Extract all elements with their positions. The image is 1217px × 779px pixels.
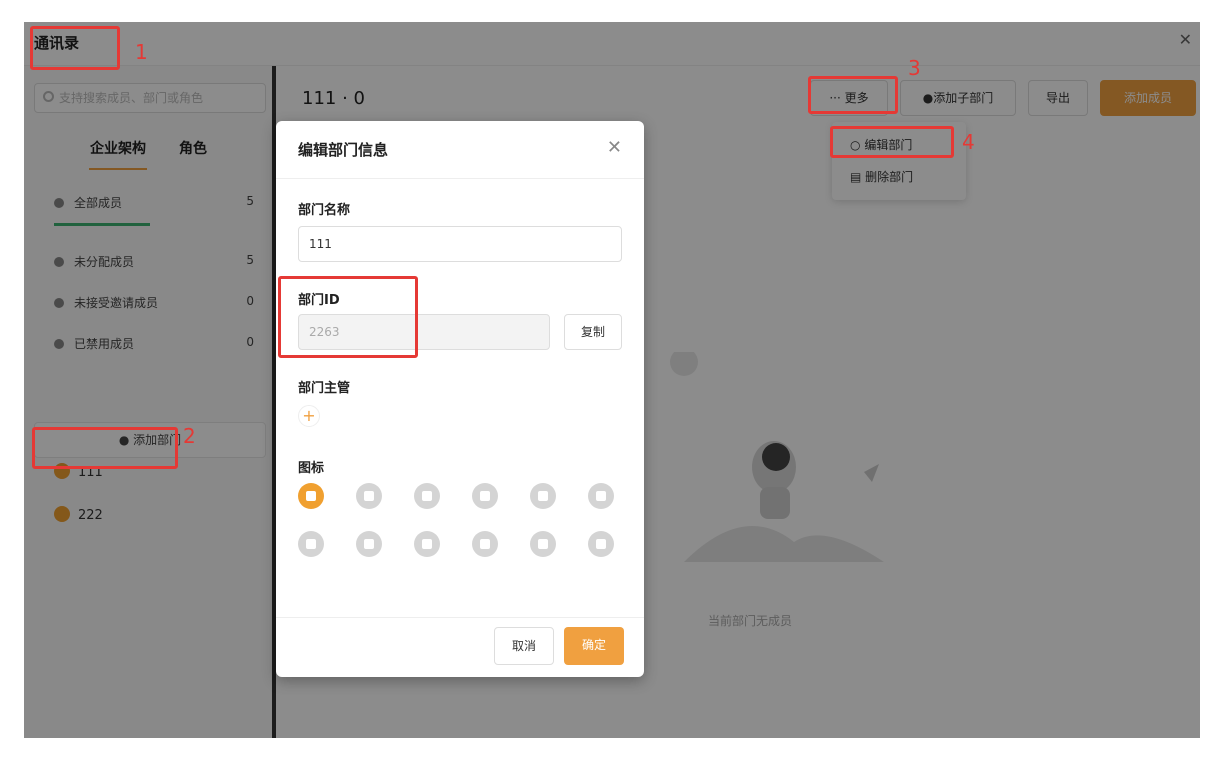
department-item-222[interactable]: 222 [54,506,103,523]
add-department-button[interactable]: ● 添加部门 [34,422,266,458]
person-icon[interactable] [530,483,556,509]
department-manager-label: 部门主管 [298,381,351,396]
add-department-label: 添加部门 [133,433,182,447]
menu-item-edit-department[interactable]: ○ 编辑部门 [850,136,912,153]
app-title: 通讯录 [34,34,80,52]
gear-icon [54,298,64,308]
tab-roles[interactable]: 角色 [179,138,207,158]
add-manager-button[interactable]: + [298,405,320,427]
page-title: 111 · 0 [302,88,365,109]
sidebar-item-label: 未分配成员 [74,255,135,269]
menu-item-delete-department[interactable]: ▤ 删除部门 [850,168,913,185]
more-button[interactable]: ··· 更多 [810,80,888,116]
search-input[interactable]: 支持搜索成员、部门或角色 [34,83,266,113]
gear-icon [54,257,64,267]
user-icon [54,198,64,208]
plus-icon: ● [118,433,130,447]
department-icon [54,463,70,479]
annotation-number-2: 2 [183,424,196,448]
edit-icon[interactable] [472,531,498,557]
close-icon[interactable]: ✕ [1179,30,1192,49]
plus-icon: ● [922,91,934,105]
tab-active-indicator [89,168,147,170]
sidebar-item-pending[interactable]: 未接受邀请成员 0 [54,294,254,311]
search-placeholder: 支持搜索成员、部门或角色 [59,91,204,105]
tab-org[interactable]: 企业架构 [90,138,146,158]
sidebar-item-disabled[interactable]: 已禁用成员 0 [54,335,254,352]
divider [276,617,644,618]
department-id-field: 2263 [298,314,550,350]
copy-button[interactable]: 复制 [564,314,622,350]
gear-icon: ○ [850,138,861,152]
sidebar-item-label: 已禁用成员 [74,337,135,351]
users-icon[interactable] [472,483,498,509]
export-button[interactable]: 导出 [1028,80,1088,116]
briefcase-icon[interactable] [356,483,382,509]
sidebar-item-label: 全部成员 [74,196,123,210]
sidebar-item-count: 5 [246,194,254,208]
sidebar-item-count: 5 [246,253,254,267]
department-icon [54,506,70,522]
add-subdepartment-label: 添加子部门 [933,91,994,105]
calendar-icon[interactable] [298,483,324,509]
sidebar-item-all-members[interactable]: 全部成员 5 [54,194,254,211]
add-member-button[interactable]: 添加成员 [1100,80,1196,116]
department-label: 111 [78,465,103,480]
sidebar: 支持搜索成员、部门或角色 企业架构 角色 全部成员 5 未分配成员 5 未接受邀… [24,66,272,738]
dialog-title: 编辑部门信息 [298,141,389,159]
cancel-button[interactable]: 取消 [494,627,554,665]
department-id-label: 部门ID [298,293,340,308]
divider [276,178,644,179]
car-icon[interactable] [298,531,324,557]
edit-department-dialog: 编辑部门信息 ✕ 部门名称 111 部门ID 2263 复制 部门主管 + 图标… [276,121,644,677]
annotation-number-4: 4 [962,130,975,154]
sidebar-item-count: 0 [246,294,254,308]
location-icon[interactable] [414,531,440,557]
graduation-cap-icon[interactable] [588,483,614,509]
add-subdepartment-button[interactable]: ●添加子部门 [900,80,1016,116]
more-dropdown: ○ 编辑部门 ▤ 删除部门 [832,122,966,200]
gear-icon [54,339,64,349]
trash-icon: ▤ [850,170,862,184]
close-icon[interactable]: ✕ [607,137,622,158]
menu-item-label: 删除部门 [865,170,914,184]
empty-state-text: 当前部门无成员 [708,614,793,628]
department-name-label: 部门名称 [298,203,351,218]
annotation-number-3: 3 [908,56,921,80]
icon-label: 图标 [298,461,325,476]
title-bar: 通讯录 ✕ [24,22,1200,66]
cart-icon[interactable] [588,531,614,557]
active-indicator [54,223,150,226]
menu-item-label: 编辑部门 [864,138,913,152]
department-label: 222 [78,508,103,523]
sidebar-tabs: 企业架构 角色 [24,132,272,172]
sidebar-item-unassigned[interactable]: 未分配成员 5 [54,253,254,270]
empty-state-illustration [670,352,884,562]
group-icon[interactable] [414,483,440,509]
tools-icon[interactable] [530,531,556,557]
sidebar-item-count: 0 [246,335,254,349]
sidebar-item-label: 未接受邀请成员 [74,296,159,310]
department-name-input[interactable]: 111 [298,226,622,262]
search-icon [43,91,54,102]
camera-icon[interactable] [356,531,382,557]
department-item-111[interactable]: 111 [54,463,103,480]
confirm-button[interactable]: 确定 [564,627,624,665]
annotation-number-1: 1 [135,40,148,64]
